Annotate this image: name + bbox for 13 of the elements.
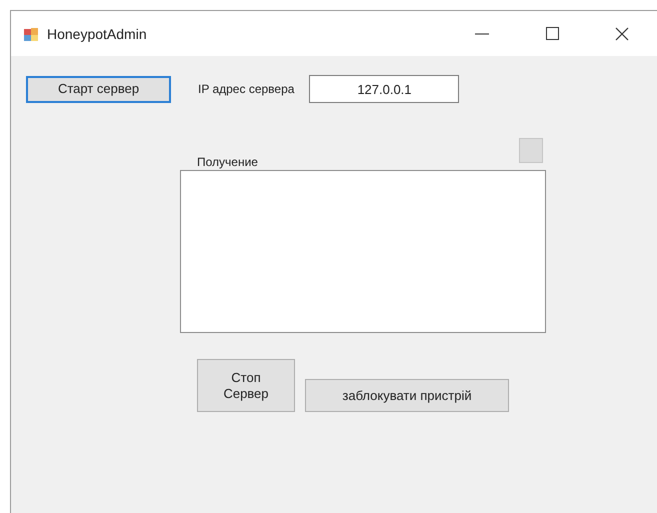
- app-icon: [23, 26, 39, 42]
- minimize-icon: [475, 32, 489, 34]
- start-server-button[interactable]: Старт сервер: [26, 76, 171, 102]
- server-ip-label: IP адрес сервера: [198, 82, 294, 96]
- block-device-button[interactable]: заблокувати пристрій: [305, 379, 509, 412]
- stop-server-button[interactable]: Стоп Сервер: [197, 359, 295, 412]
- receive-text-area[interactable]: [180, 170, 546, 333]
- maximize-icon: [546, 27, 558, 40]
- close-icon: [615, 26, 629, 40]
- small-button[interactable]: [519, 138, 543, 163]
- server-ip-field[interactable]: 127.0.0.1: [309, 75, 460, 103]
- window-title: HoneypotAdmin: [47, 26, 148, 42]
- receive-label: Получение: [197, 155, 258, 169]
